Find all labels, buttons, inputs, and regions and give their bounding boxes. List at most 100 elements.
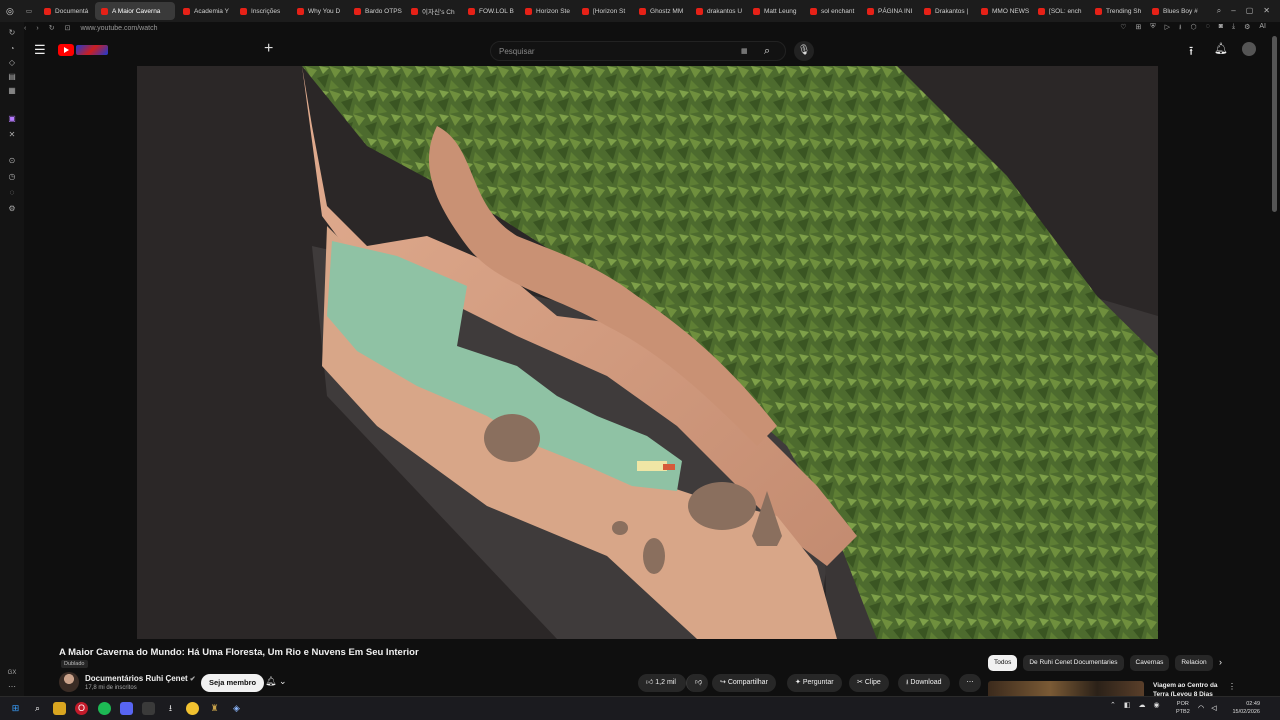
reload-icon[interactable]: ↻	[49, 24, 55, 32]
browser-tab[interactable]: Documentá	[38, 2, 93, 20]
browser-tab[interactable]: [SOL: ench	[1032, 2, 1087, 20]
steam-icon[interactable]: ◈	[230, 702, 243, 715]
dislike-button[interactable]: 👎︎	[686, 674, 708, 692]
opera-gx-icon[interactable]: O	[75, 702, 88, 715]
browser-tab[interactable]: PÁGINA INI	[861, 2, 916, 20]
tray-cloud-icon[interactable]: ☁	[1139, 701, 1146, 709]
ai-button[interactable]: AI	[1259, 23, 1266, 34]
more-actions-button[interactable]: ⋯	[959, 674, 981, 692]
bookmark-icon[interactable]: ♡	[1120, 23, 1126, 34]
speed-dial-icon[interactable]: ↻	[7, 28, 17, 38]
like-button[interactable]: 👍︎ 1,2 mil	[638, 674, 686, 692]
download-icon[interactable]: ⭳	[1179, 23, 1181, 34]
notes-icon[interactable]: ▦	[7, 86, 17, 96]
browser-tab[interactable]: 이자신's Ch	[405, 2, 460, 20]
history-icon[interactable]: ◔	[7, 44, 17, 54]
recommendation-thumbnail[interactable]	[988, 681, 1144, 696]
browser-tab[interactable]: sol enchant	[804, 2, 859, 20]
discord-icon[interactable]	[120, 702, 133, 715]
twitch-icon[interactable]: ▣	[7, 114, 17, 124]
wifi-icon[interactable]: ◠	[1196, 702, 1206, 715]
tray-vpn-icon[interactable]: ◉	[1154, 701, 1160, 709]
keyboard-icon[interactable]: ▦	[741, 47, 748, 55]
browser-tab[interactable]: Bardo OTPS	[348, 2, 403, 20]
browser-tab[interactable]: Drakantos |	[918, 2, 973, 20]
hamburger-menu-icon[interactable]: ☰	[34, 43, 46, 56]
browser-tab[interactable]: Matt Leung	[747, 2, 802, 20]
taskbar-search-icon[interactable]: ⌕	[31, 702, 44, 715]
shield-icon[interactable]: ⛨	[1150, 23, 1155, 34]
browser-tab[interactable]: Blues Boy #	[1146, 2, 1201, 20]
browser-tab[interactable]: Inscrições	[234, 2, 289, 20]
browser-tab[interactable]: FOW.LOL B	[462, 2, 517, 20]
browser-tab[interactable]: Horizon Ste	[519, 2, 574, 20]
player-sidebar-icon[interactable]: ⊙	[7, 156, 17, 166]
filter-chip[interactable]: Relacion	[1175, 655, 1213, 671]
browser-tab[interactable]: [Horizon St	[576, 2, 631, 20]
spotify-icon[interactable]	[98, 702, 111, 715]
chat-icon[interactable]: ◌	[1206, 23, 1210, 34]
url-field[interactable]: www.youtube.com/watch	[80, 25, 157, 32]
game-launcher-icon[interactable]: ♜	[208, 702, 221, 715]
volume-icon[interactable]: ◁	[1209, 702, 1219, 715]
account-avatar[interactable]	[1242, 42, 1256, 56]
join-button[interactable]: Seja membro	[201, 674, 265, 692]
filter-chip[interactable]: De Ruhi Cenet Documentaries	[1023, 655, 1124, 671]
filter-chip[interactable]: Cavernas	[1129, 655, 1170, 671]
video-player[interactable]	[137, 66, 1158, 639]
browser-tab[interactable]: Why You D	[291, 2, 346, 20]
filter-chip[interactable]: Todos	[988, 655, 1018, 671]
channel-avatar[interactable]	[59, 672, 79, 692]
minimize-icon[interactable]: –	[1231, 6, 1235, 16]
more-vertical-icon[interactable]: ⋮	[1228, 682, 1236, 691]
file-explorer-icon[interactable]	[53, 702, 66, 715]
x-icon[interactable]: ✕	[7, 130, 17, 140]
tray-app-icon[interactable]: ◧	[1124, 701, 1131, 709]
youtube-logo[interactable]	[58, 43, 108, 57]
forward-icon[interactable]: ›	[36, 25, 38, 32]
tab-search-icon[interactable]: ⌕	[1217, 6, 1221, 16]
subscription-bell-button[interactable]: 🔔︎ ⌄	[265, 676, 287, 687]
search-input[interactable]	[499, 45, 719, 58]
ask-button[interactable]: ✦ Perguntar	[787, 674, 842, 692]
recommendation-title[interactable]: Viagem ao Centro da Terra (Levou 8 Dias	[1153, 681, 1223, 696]
back-icon[interactable]: ‹	[24, 25, 26, 32]
browser-tab[interactable]: Ghostz MM	[633, 2, 688, 20]
channel-name-link[interactable]: Documentários Ruhi Çenet ✔	[85, 674, 196, 683]
site-info-icon[interactable]: ⊡	[65, 24, 71, 32]
browser-tab[interactable]: drakantos U	[690, 2, 745, 20]
download-manager-icon[interactable]: ⭳	[164, 702, 177, 715]
app-icon[interactable]	[142, 702, 155, 715]
screenshot-icon[interactable]: ⊞	[1135, 23, 1141, 34]
browser-tab[interactable]: A Maior Caverna	[95, 2, 176, 20]
tray-overflow-icon[interactable]: ⌃	[1110, 701, 1116, 709]
cube-icon[interactable]: ⬡	[1190, 23, 1196, 34]
more-sidebar-icon[interactable]: ⋯	[7, 682, 17, 692]
flows-icon[interactable]: ⤓	[1232, 23, 1235, 34]
downloads-icon[interactable]: ◌	[7, 188, 17, 198]
browser-tab[interactable]: Academia Y	[177, 2, 232, 20]
chevron-right-icon[interactable]: ›	[1219, 657, 1222, 667]
camera-icon[interactable]: ◙	[1219, 23, 1223, 34]
download-button[interactable]: ⭳ Download	[898, 674, 950, 692]
search-icon[interactable]: ⌕	[764, 45, 770, 58]
page-scrollbar[interactable]	[1272, 36, 1277, 212]
clock-icon[interactable]: ◷	[7, 172, 17, 182]
settings-icon[interactable]: ⚙	[1244, 23, 1250, 34]
upload-icon[interactable]: ⭱	[1189, 42, 1193, 63]
language-indicator[interactable]: POR PTB2	[1176, 700, 1190, 716]
windows-start-icon[interactable]: ⊞	[9, 702, 22, 715]
settings-sidebar-icon[interactable]: ⚙	[7, 204, 17, 214]
browser-tab[interactable]: MMO NEWS	[975, 2, 1030, 20]
create-plus-icon[interactable]: +	[264, 40, 273, 58]
browser-menu-icon[interactable]: ◎	[0, 2, 20, 20]
browser-tab[interactable]: Trending Sh	[1089, 2, 1144, 20]
share-button[interactable]: ↪ Compartilhar	[712, 674, 776, 692]
aria-icon[interactable]: ◇	[7, 58, 17, 68]
mail-icon[interactable]: ▤	[7, 72, 17, 82]
close-icon[interactable]: ✕	[1263, 6, 1270, 16]
clip-button[interactable]: ✂ Clipe	[849, 674, 889, 692]
chrome-icon[interactable]	[186, 702, 199, 715]
voice-search-mic-icon[interactable]: 🎙︎	[794, 41, 814, 61]
clock[interactable]: 02:49 15/02/2026	[1226, 700, 1260, 716]
